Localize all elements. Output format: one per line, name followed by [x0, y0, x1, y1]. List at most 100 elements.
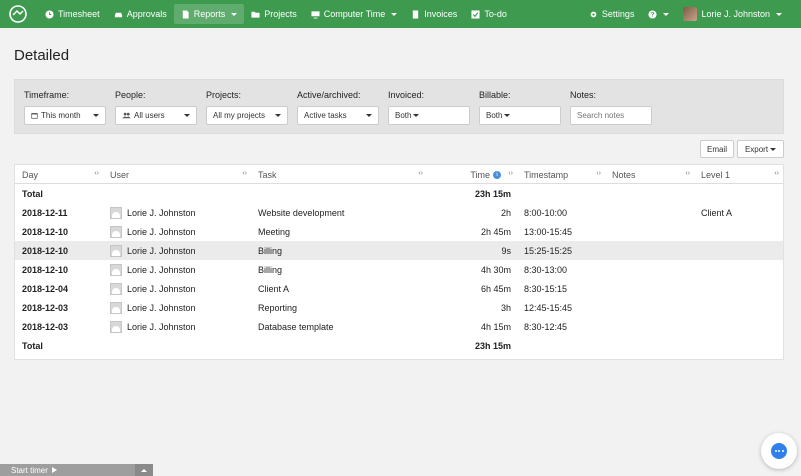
top-navigation-bar: Timesheet Approvals Reports Projects Com… — [0, 0, 801, 28]
nav-invoices[interactable]: Invoices — [404, 4, 464, 24]
table-row[interactable]: 2018-12-03 Lorie J. Johnston Database temp… — [15, 317, 783, 336]
column-header-level1[interactable]: Level 1 ‹› — [694, 165, 783, 184]
document-icon — [182, 9, 189, 19]
user-avatar-icon — [110, 320, 122, 333]
notes-filter: Notes: — [570, 90, 652, 125]
row-time: 4h 15m — [480, 321, 511, 332]
play-icon — [51, 467, 57, 473]
people-select[interactable]: All users — [115, 106, 197, 125]
help-button[interactable]: ? — [641, 4, 676, 24]
notes-search-input[interactable] — [570, 106, 652, 125]
nav-reports-label: Reports — [193, 9, 226, 19]
table-row[interactable]: 2018-12-03 Lorie J. Johnston Reporting 3h 12… — [15, 298, 783, 317]
resize-icon[interactable]: ‹› — [94, 170, 99, 177]
projects-value: All my projects — [213, 111, 266, 120]
user-menu[interactable]: Lorie J. Johnston — [676, 4, 789, 24]
projects-select[interactable]: All my projects — [206, 106, 288, 125]
chat-button[interactable] — [761, 433, 797, 469]
day-header: Day — [22, 169, 39, 180]
row-task: Meeting — [258, 226, 291, 237]
column-header-time[interactable]: Time i ‹› — [427, 165, 517, 184]
resize-icon[interactable]: ‹› — [508, 170, 513, 177]
notes-label: Notes: — [570, 90, 597, 100]
total-label: Total — [22, 188, 43, 199]
row-day: 2018-12-04 — [22, 283, 69, 294]
row-user-name: Lorie J. Johnston — [127, 302, 196, 313]
row-day: 2018-12-10 — [22, 245, 69, 256]
people-value: All users — [134, 111, 165, 120]
resize-icon[interactable]: ‹› — [774, 170, 779, 177]
row-day: 2018-12-10 — [22, 264, 69, 275]
row-timestamp: 8:00-10:00 — [524, 207, 568, 218]
resize-icon[interactable]: ‹› — [596, 170, 601, 177]
gear-icon — [590, 11, 597, 17]
info-icon[interactable]: i — [493, 170, 501, 179]
nav-approvals[interactable]: Approvals — [107, 4, 174, 24]
notes-header: Notes — [612, 169, 636, 180]
nav-projects[interactable]: Projects — [244, 4, 304, 24]
row-timestamp: 13:00-15:45 — [524, 226, 573, 237]
settings-button[interactable]: Settings — [582, 4, 642, 24]
table-row[interactable]: 2018-12-10 Lorie J. Johnston Billing 9s 15:2… — [15, 241, 783, 260]
row-user: Lorie J. Johnston — [110, 279, 196, 298]
total-row-top: Total 23h 15m — [15, 184, 783, 203]
active-select[interactable]: Active tasks — [297, 106, 379, 125]
column-header-timestamp[interactable]: Timestamp ‹› — [517, 165, 605, 184]
row-time: 9s — [501, 245, 511, 256]
user-name: Lorie J. Johnston — [701, 9, 770, 19]
clock-icon — [45, 9, 54, 19]
avatar — [683, 7, 698, 21]
chevron-down-icon — [391, 12, 398, 16]
user-avatar-icon — [110, 282, 122, 295]
row-timestamp: 8:30-13:00 — [524, 264, 568, 275]
nav-reports[interactable]: Reports — [173, 4, 245, 24]
monitor-icon — [311, 10, 320, 19]
resize-icon[interactable]: ‹› — [685, 170, 690, 177]
nav-computer-time[interactable]: Computer Time — [304, 4, 405, 24]
expand-timer-button[interactable] — [135, 464, 153, 476]
row-user-name: Lorie J. Johnston — [127, 226, 196, 237]
app-logo[interactable] — [6, 2, 30, 26]
row-timestamp: 8:30-12:45 — [524, 321, 568, 332]
chevron-down-icon — [93, 114, 99, 117]
billable-select[interactable]: Both — [479, 106, 561, 125]
row-user: Lorie J. Johnston — [110, 203, 196, 222]
chat-icon — [771, 443, 787, 459]
timeframe-select[interactable]: This month — [24, 106, 106, 125]
nav-timesheet[interactable]: Timesheet — [38, 4, 107, 24]
time-header: Time — [470, 169, 490, 180]
export-button[interactable]: Export — [737, 140, 784, 158]
row-day: 2018-12-03 — [22, 321, 69, 332]
timeframe-filter: Timeframe: This month — [24, 90, 106, 125]
detailed-report-table: Day ‹› User ‹› Task ‹› Time i ‹› Timestamp ‹› … — [14, 164, 784, 360]
invoiced-select[interactable]: Both — [388, 106, 470, 125]
checkbox-icon — [471, 9, 480, 19]
column-header-day[interactable]: Day ‹› — [15, 165, 103, 184]
row-time: 4h 30m — [480, 264, 511, 275]
svg-text:?: ? — [651, 11, 655, 18]
table-row[interactable]: 2018-12-04 Lorie J. Johnston Client A 6h 45… — [15, 279, 783, 298]
start-timer-bar[interactable]: Start timer — [0, 464, 153, 476]
chevron-down-icon — [231, 12, 238, 16]
column-header-user[interactable]: User ‹› — [103, 165, 251, 184]
row-time: 6h 45m — [480, 283, 511, 294]
chevron-down-icon — [275, 114, 281, 117]
resize-icon[interactable]: ‹› — [418, 170, 423, 177]
chevron-up-icon — [141, 468, 147, 472]
row-user: Lorie J. Johnston — [110, 298, 196, 317]
resize-icon[interactable]: ‹› — [242, 170, 247, 177]
page-title: Detailed — [14, 47, 70, 64]
invoiced-filter: Invoiced: Both — [388, 90, 470, 125]
projects-filter: Projects: All my projects — [206, 90, 288, 125]
total-label: Total — [22, 340, 43, 351]
calendar-icon — [31, 113, 38, 119]
nav-todo[interactable]: To-do — [464, 4, 514, 24]
column-header-task[interactable]: Task ‹› — [251, 165, 427, 184]
table-row[interactable]: 2018-12-10 Lorie J. Johnston Billing 4h 30m… — [15, 260, 783, 279]
email-button[interactable]: Email — [700, 140, 734, 158]
column-header-notes[interactable]: Notes ‹› — [605, 165, 694, 184]
row-user: Lorie J. Johnston — [110, 222, 196, 241]
settings-label: Settings — [601, 9, 635, 19]
table-row[interactable]: 2018-12-11 Lorie J. Johnston Website devel… — [15, 203, 783, 222]
table-row[interactable]: 2018-12-10 Lorie J. Johnston Meeting 2h 45m… — [15, 222, 783, 241]
